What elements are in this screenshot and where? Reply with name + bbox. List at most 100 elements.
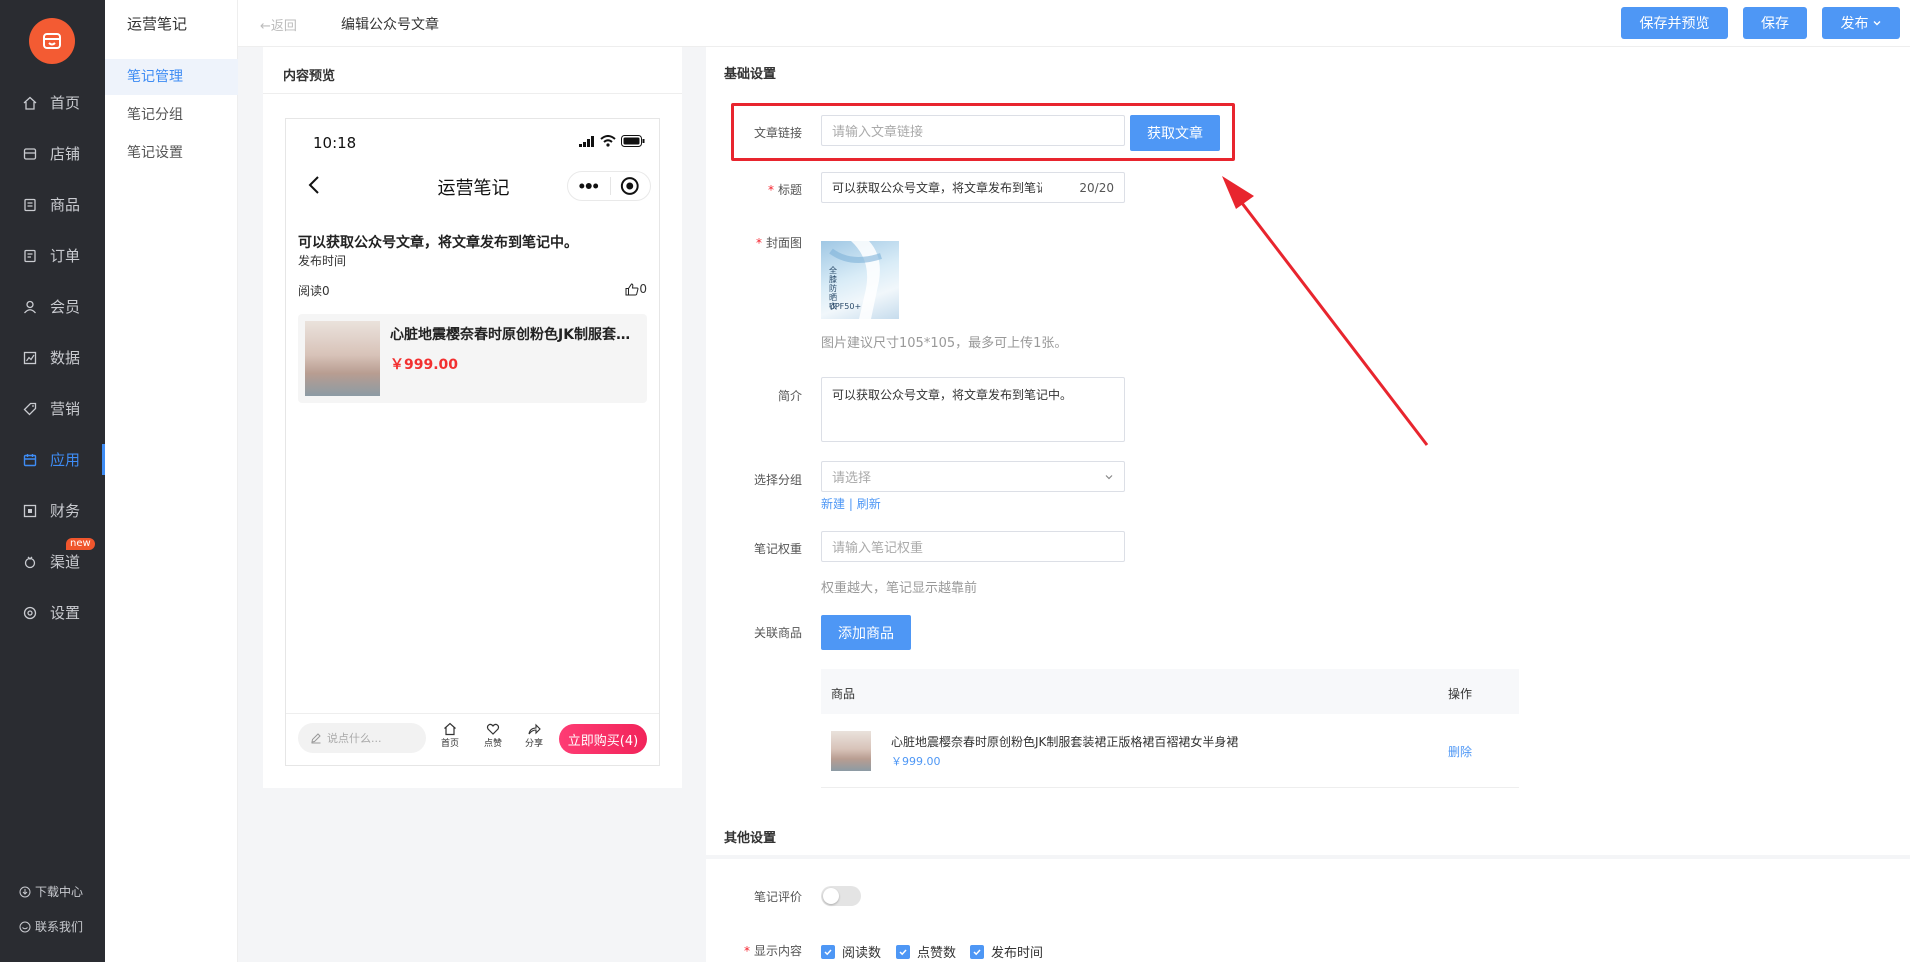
- article-link-input[interactable]: 请输入文章链接: [821, 115, 1125, 146]
- phone-status-icons: [579, 135, 645, 147]
- order-icon: [22, 248, 38, 264]
- subnav-item-note-group[interactable]: 笔记分组: [105, 97, 238, 133]
- home-action-label: 首页: [440, 739, 459, 749]
- divider: [263, 93, 682, 94]
- publish-button[interactable]: 发布: [1822, 7, 1900, 39]
- cover-label: * 封面图: [706, 234, 802, 251]
- checkbox-label: 阅读数: [842, 946, 882, 961]
- new-badge: new: [66, 538, 95, 550]
- nav-item-finance[interactable]: 财务: [0, 485, 105, 536]
- buy-now-button[interactable]: 立即购买(4): [559, 724, 647, 754]
- product-thumbnail: [305, 321, 380, 396]
- article-link-label: 文章链接: [753, 126, 802, 140]
- nav-item-marketing[interactable]: 营销: [0, 383, 105, 434]
- new-group-link[interactable]: 新建: [821, 497, 845, 511]
- checkbox-read-count[interactable]: 阅读数: [821, 942, 881, 961]
- required-mark: *: [767, 183, 774, 197]
- finance-icon: [22, 503, 38, 519]
- nav-item-member[interactable]: 会员: [0, 281, 105, 332]
- checkbox-label: 点赞数: [917, 946, 957, 961]
- checkbox-checked-icon: [821, 944, 835, 959]
- nav-item-app[interactable]: 应用: [0, 434, 105, 485]
- goods-icon: [22, 197, 38, 213]
- share-action[interactable]: 分享: [519, 722, 549, 749]
- back-link[interactable]: ←返回: [260, 15, 297, 34]
- subnav-item-note-manage[interactable]: 笔记管理: [105, 59, 238, 95]
- weight-input[interactable]: 请输入笔记权重: [821, 531, 1125, 562]
- phone-time: 10:18: [313, 134, 357, 152]
- checkbox-checked-icon: [970, 944, 984, 959]
- cover-image[interactable]: UPF50+ 全膝防晒衣: [821, 241, 899, 319]
- title-value: 可以获取公众号文章，将文章发布到笔记中。: [832, 181, 1042, 195]
- home-action[interactable]: 首页: [435, 722, 465, 749]
- nav-item-shop[interactable]: 店铺: [0, 128, 105, 179]
- heart-icon: [486, 723, 500, 735]
- refresh-group-link[interactable]: 刷新: [857, 497, 881, 511]
- display-content-label: * 显示内容: [706, 942, 802, 959]
- group-label: 选择分组: [753, 473, 802, 487]
- nav-item-label: 订单: [50, 247, 81, 265]
- product-table: 商品 操作 心脏地震樱奈春时原创粉色JK制服套装裙正版格裙百褶裙女半身裙 ￥99…: [821, 669, 1519, 788]
- checkbox-like-count[interactable]: 点赞数: [896, 942, 956, 961]
- nav-item-settings[interactable]: 设置: [0, 587, 105, 638]
- save-button[interactable]: 保存: [1743, 7, 1807, 39]
- cover-label-text: 封面图: [765, 236, 802, 250]
- store-icon: [43, 33, 61, 49]
- nav-item-order[interactable]: 订单: [0, 230, 105, 281]
- page-title: 编辑公众号文章: [341, 17, 439, 33]
- main-sidebar: 首页 店铺 商品 订单 会员 数据 营销 应用 财务 渠道 new 设置 下载中…: [0, 0, 105, 962]
- phone-preview: 10:18 运营笔记 可以获取公众号文章，将文章发布到笔记中。 发布时间 阅读0…: [285, 118, 660, 766]
- column-action: 操作: [1448, 687, 1473, 701]
- subnav-title: 运营笔记: [127, 15, 188, 33]
- nav-item-label: 应用: [50, 451, 81, 469]
- gear-icon: [22, 605, 38, 621]
- group-actions: 新建 | 刷新: [821, 495, 881, 512]
- review-toggle[interactable]: [821, 886, 861, 906]
- fetch-article-button[interactable]: 获取文章: [1130, 115, 1220, 151]
- contact-us-link[interactable]: 联系我们: [19, 918, 83, 935]
- like-count: 0: [625, 282, 647, 296]
- basic-settings-title: 基础设置: [724, 67, 777, 82]
- summary-textarea[interactable]: 可以获取公众号文章，将文章发布到笔记中。: [821, 377, 1125, 442]
- title-input[interactable]: 可以获取公众号文章，将文章发布到笔记中。 20/20: [821, 172, 1125, 203]
- save-preview-button[interactable]: 保存并预览: [1621, 7, 1728, 39]
- nav-item-label: 渠道: [50, 553, 81, 571]
- title-label-text: 标题: [777, 183, 802, 197]
- shop-logo[interactable]: [29, 18, 75, 64]
- download-center-label: 下载中心: [35, 885, 84, 899]
- add-product-button[interactable]: 添加商品: [821, 615, 911, 650]
- more-icon[interactable]: [568, 172, 610, 200]
- cover-hint: 图片建议尺寸105*105，最多可上传1张。: [821, 336, 1068, 351]
- close-miniapp-icon[interactable]: [610, 172, 650, 200]
- column-product: 商品: [831, 687, 856, 701]
- required-mark: *: [755, 236, 762, 250]
- nav-item-data[interactable]: 数据: [0, 332, 105, 383]
- checkbox-publish-time[interactable]: 发布时间: [970, 942, 1043, 961]
- tag-icon: [22, 401, 38, 417]
- nav-item-goods[interactable]: 商品: [0, 179, 105, 230]
- like-action[interactable]: 点赞: [478, 722, 508, 749]
- delete-product-link[interactable]: 删除: [1448, 743, 1472, 760]
- nav-item-label: 店铺: [50, 145, 81, 163]
- chart-icon: [22, 350, 38, 366]
- download-icon: [19, 886, 31, 898]
- article-title: 可以获取公众号文章，将文章发布到笔记中。: [298, 235, 578, 251]
- nav-item-label: 设置: [50, 604, 81, 622]
- subnav-item-note-settings[interactable]: 笔记设置: [105, 135, 238, 171]
- product-card[interactable]: 心脏地震樱奈春时原创粉色JK制服套装裙正版格裙百褶裙女半身裙 ￥999.00: [298, 314, 647, 403]
- nav-item-label: 数据: [50, 349, 81, 367]
- title-char-count: 20/20: [1079, 180, 1114, 195]
- download-center-link[interactable]: 下载中心: [19, 883, 83, 900]
- read-count: 阅读0: [298, 284, 330, 298]
- product-price: ￥999.00: [891, 755, 941, 768]
- miniapp-capsule[interactable]: [567, 171, 651, 201]
- nav-item-channel[interactable]: 渠道 new: [0, 536, 105, 587]
- article-publish-time: 发布时间: [298, 254, 347, 268]
- nav-item-label: 商品: [50, 196, 81, 214]
- comment-input[interactable]: 说点什么...: [298, 723, 426, 753]
- thumbs-up-icon: [625, 282, 639, 295]
- display-content-label-text: 显示内容: [753, 944, 802, 958]
- group-select[interactable]: 请选择: [821, 461, 1125, 492]
- nav-item-home[interactable]: 首页: [0, 77, 105, 128]
- shop-icon: [22, 146, 38, 162]
